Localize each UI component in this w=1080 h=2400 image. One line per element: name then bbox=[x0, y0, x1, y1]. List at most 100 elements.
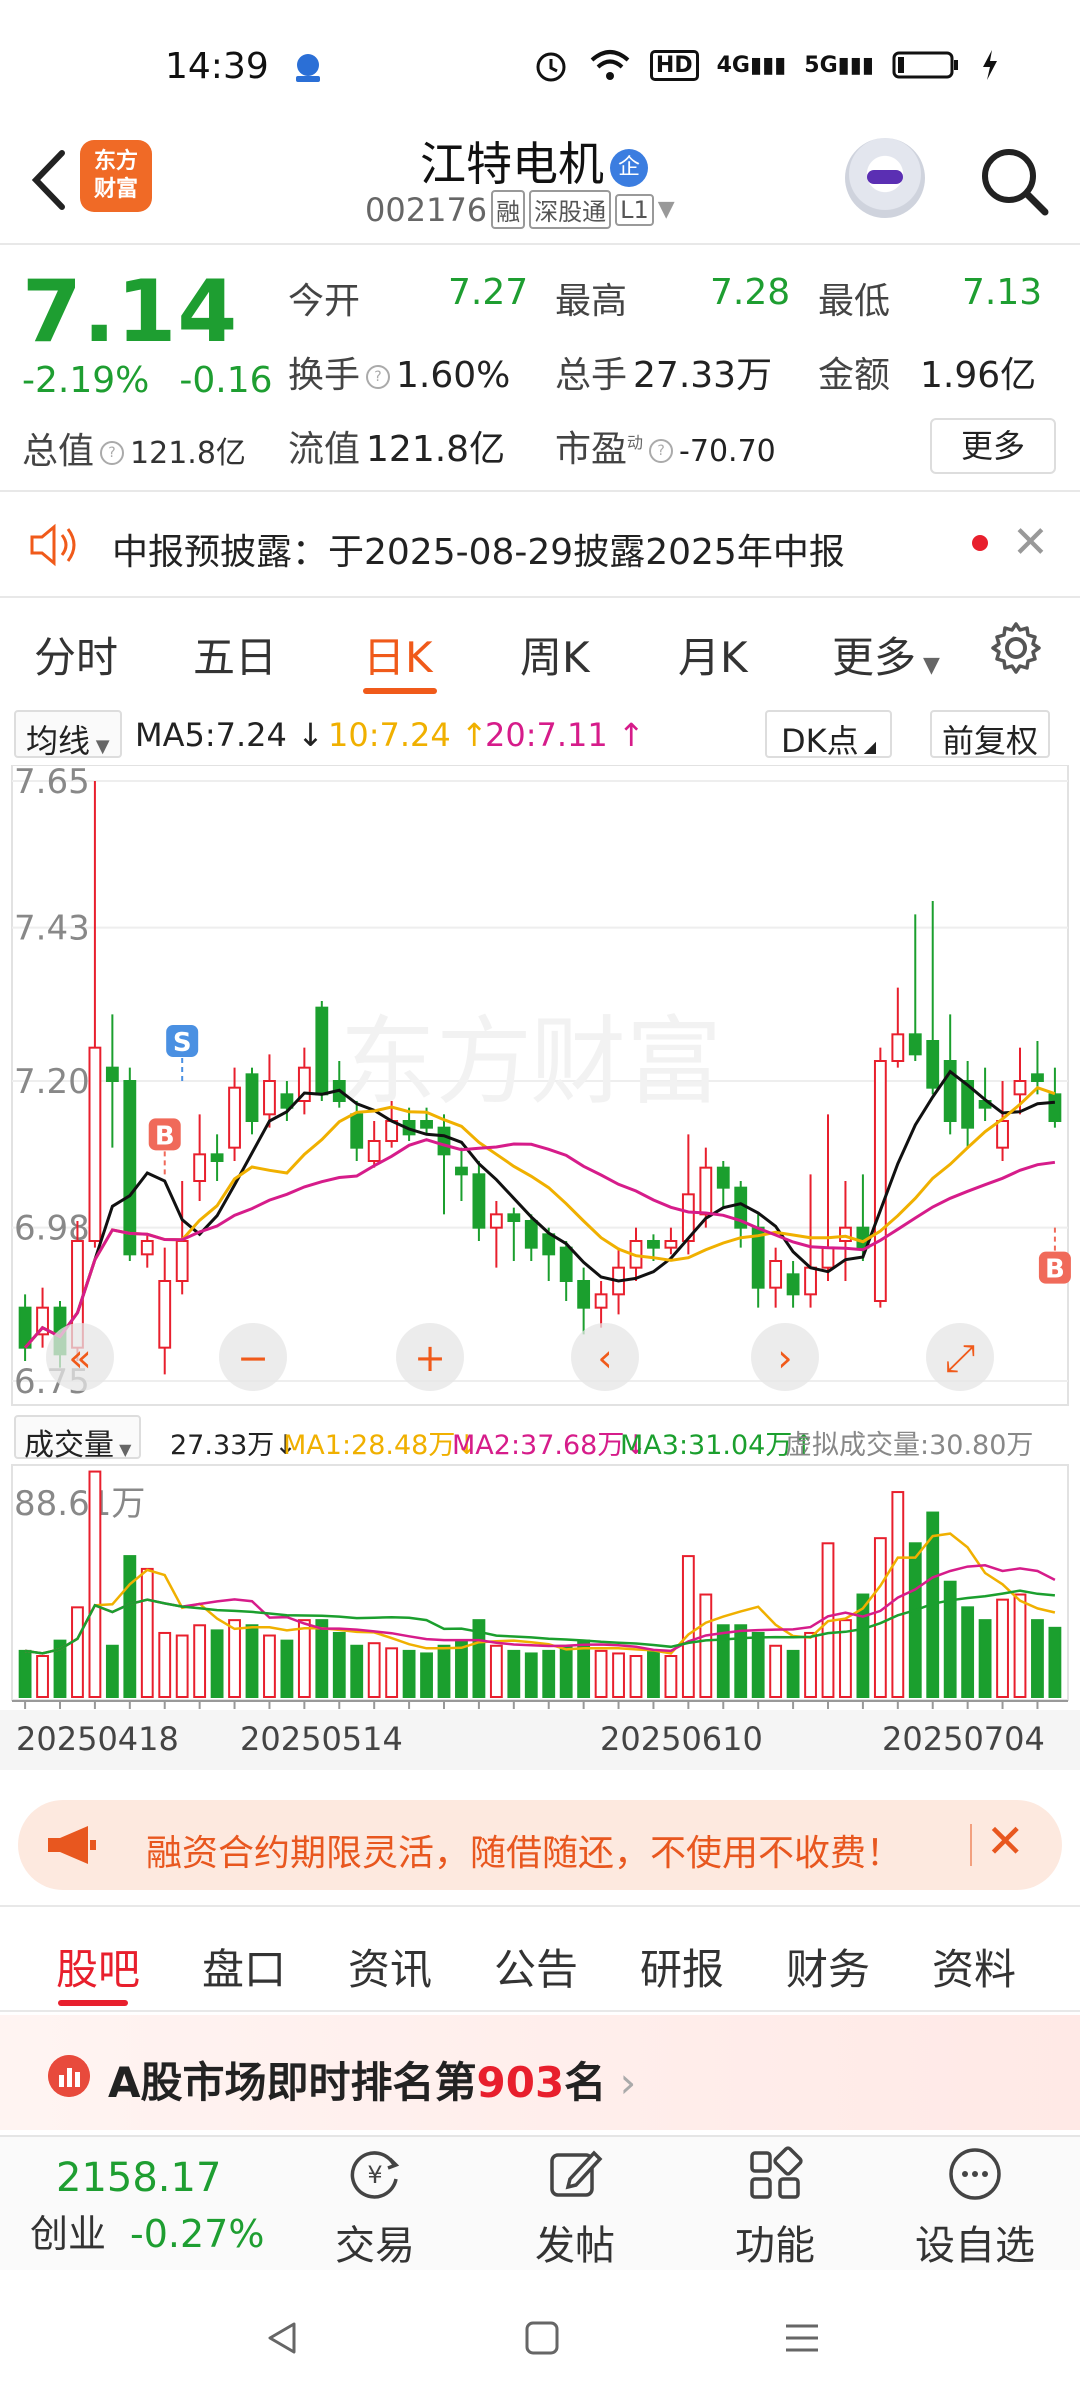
y-tick-label: 7.43 bbox=[14, 909, 90, 949]
candle-up bbox=[594, 1293, 608, 1309]
candle-down bbox=[105, 1066, 119, 1082]
market-rank-banner[interactable]: A股市场即时排名第903名 › bbox=[0, 2015, 1080, 2130]
function-button[interactable]: 功能 bbox=[705, 2143, 845, 2271]
kline-chart[interactable]: 东方 财富 7.657.437.206.986.75 SBB «− + ‹ › ⤢ 88… bbox=[0, 765, 1080, 1785]
volume-bar bbox=[385, 1647, 399, 1699]
open-value: 7.27 bbox=[448, 272, 529, 313]
volume-bar bbox=[804, 1631, 817, 1699]
adjust-select[interactable]: 前复权 bbox=[930, 710, 1051, 760]
marker-label: B bbox=[1045, 1255, 1065, 1285]
float-value: 流值 121.8亿 bbox=[288, 429, 506, 470]
tab-intraday[interactable]: 分时 bbox=[34, 624, 118, 685]
date-label: 20250514 bbox=[240, 1720, 403, 1758]
marker-label: S bbox=[173, 1028, 192, 1058]
vol-ma2: MA2:37.68万↓ bbox=[452, 1430, 647, 1461]
volume-bar bbox=[542, 1649, 556, 1698]
candle-up bbox=[1013, 1080, 1027, 1096]
battery-icon bbox=[892, 51, 958, 79]
date-label: 20250418 bbox=[16, 1720, 179, 1758]
stock-code-row[interactable]: 002176 融 深股通 L1 ▼ bbox=[365, 190, 675, 229]
tab-profile[interactable]: 资料 bbox=[932, 1936, 1016, 1997]
candle-down bbox=[455, 1166, 468, 1176]
index-ticker[interactable]: 2158.17 创业 -0.27% bbox=[30, 2155, 264, 2258]
candle-down bbox=[542, 1233, 556, 1256]
candle-up bbox=[664, 1240, 678, 1249]
volume-bar bbox=[559, 1644, 573, 1698]
svg-text:+: + bbox=[414, 1336, 446, 1380]
post-button[interactable]: 发帖 bbox=[505, 2143, 645, 2271]
zoom-out-icon[interactable]: − bbox=[219, 1323, 287, 1391]
stock-header: 东方 财富 江特电机企 002176 融 深股通 L1 ▼ bbox=[0, 120, 1080, 245]
tab-five-day[interactable]: 五日 bbox=[193, 624, 277, 685]
enterprise-badge: 企 bbox=[610, 148, 648, 187]
candle-down bbox=[716, 1166, 730, 1189]
report-notice[interactable]: 中报预披露：于2025-08-29披露2025年中报 ✕ bbox=[0, 495, 1080, 595]
more-dots-icon bbox=[949, 2148, 1001, 2200]
tab-finance[interactable]: 财务 bbox=[786, 1936, 870, 1997]
app-logo[interactable]: 东方 财富 bbox=[80, 140, 152, 212]
back-icon[interactable] bbox=[22, 145, 78, 215]
tab-weekly-k[interactable]: 周K bbox=[520, 624, 590, 685]
volume-bar bbox=[961, 1606, 975, 1699]
rewind-icon[interactable]: « bbox=[46, 1323, 114, 1391]
expand-icon[interactable]: ⤢ bbox=[926, 1323, 994, 1391]
candle-up bbox=[228, 1086, 241, 1149]
candle-down bbox=[245, 1073, 259, 1123]
rank-text: A股市场即时排名第903名 › bbox=[108, 2058, 637, 2107]
margin-promo-banner[interactable]: 融资合约期限灵活，随借随还，不使用不收费！ ✕ bbox=[18, 1800, 1062, 1890]
edit-icon bbox=[550, 2150, 603, 2197]
tab-monthly-k[interactable]: 月K bbox=[678, 624, 748, 685]
pe-ratio: 市盈动? -70.70 bbox=[555, 429, 776, 470]
volume-bar bbox=[420, 1652, 433, 1698]
candle-down bbox=[786, 1273, 800, 1296]
close-icon[interactable]: ✕ bbox=[986, 1814, 1025, 1868]
tab-research[interactable]: 研报 bbox=[640, 1936, 724, 1997]
quote-panel: 7.14 -2.19% -0.16 总值? 121.8亿 今开 7.27 最高 7.… bbox=[0, 250, 1080, 490]
volume-bar bbox=[140, 1567, 154, 1699]
system-nav-bar bbox=[0, 2270, 1080, 2400]
svg-text:⤢: ⤢ bbox=[945, 1336, 975, 1380]
indicator-select[interactable]: 均线 ▼ bbox=[14, 710, 122, 760]
tab-guba[interactable]: 股吧 bbox=[56, 1936, 140, 1997]
nav-recents-icon[interactable] bbox=[782, 2318, 822, 2358]
nav-back-icon[interactable] bbox=[262, 2318, 302, 2358]
candle-up bbox=[263, 1080, 276, 1116]
volume-bar bbox=[489, 1644, 503, 1698]
candle-up bbox=[367, 1140, 381, 1162]
add-watchlist-button[interactable]: 设自选 bbox=[905, 2143, 1045, 2271]
tab-daily-k[interactable]: 日K bbox=[363, 624, 433, 685]
zoom-in-icon[interactable]: + bbox=[396, 1323, 464, 1391]
candle-down bbox=[1048, 1093, 1062, 1123]
high-label: 最高 bbox=[555, 281, 628, 322]
y-tick-label: 7.65 bbox=[14, 765, 90, 802]
signal-5g-icon: 5G▮▮▮ bbox=[804, 52, 874, 78]
divider bbox=[0, 243, 1080, 245]
chevron-down-icon: ▼ bbox=[657, 197, 675, 222]
promo-text: 融资合约期限灵活，随借随还，不使用不收费！ bbox=[146, 1833, 903, 1874]
wifi-icon bbox=[590, 50, 630, 80]
more-quote-button[interactable]: 更多 bbox=[930, 418, 1056, 474]
assistant-avatar[interactable] bbox=[845, 138, 925, 218]
date-axis: 20250418 20250514 20250610 20250704 bbox=[0, 1710, 1080, 1770]
gear-icon[interactable] bbox=[988, 620, 1044, 676]
svg-text:‹: ‹ bbox=[597, 1336, 612, 1380]
y-tick-label: 7.20 bbox=[14, 1062, 90, 1102]
tab-more[interactable]: 更多 ▼ bbox=[832, 624, 940, 685]
prev-icon[interactable]: ‹ bbox=[571, 1323, 639, 1391]
ma20-label: 20:7.11 ↑ bbox=[485, 716, 645, 754]
next-icon[interactable]: › bbox=[751, 1323, 819, 1391]
amount: 金额 1.96亿 bbox=[818, 355, 1037, 396]
dk-point-select[interactable]: DK点 ◢ bbox=[765, 710, 893, 760]
tab-news[interactable]: 资讯 bbox=[348, 1936, 432, 1997]
candle-down bbox=[507, 1213, 521, 1223]
ma10-label: 10:7.24 ↑ bbox=[328, 716, 488, 754]
tab-pankou[interactable]: 盘口 bbox=[202, 1936, 286, 1997]
trade-button[interactable]: ¥ 交易 bbox=[305, 2143, 445, 2271]
volume-bar bbox=[734, 1624, 748, 1699]
tab-announcements[interactable]: 公告 bbox=[494, 1936, 578, 1997]
candle-up bbox=[699, 1166, 713, 1216]
volume-indicator-select[interactable]: 成交量 ▼ bbox=[14, 1415, 142, 1463]
search-icon[interactable] bbox=[975, 142, 1055, 222]
nav-home-icon[interactable] bbox=[522, 2318, 562, 2358]
close-icon[interactable]: ✕ bbox=[1012, 517, 1049, 568]
